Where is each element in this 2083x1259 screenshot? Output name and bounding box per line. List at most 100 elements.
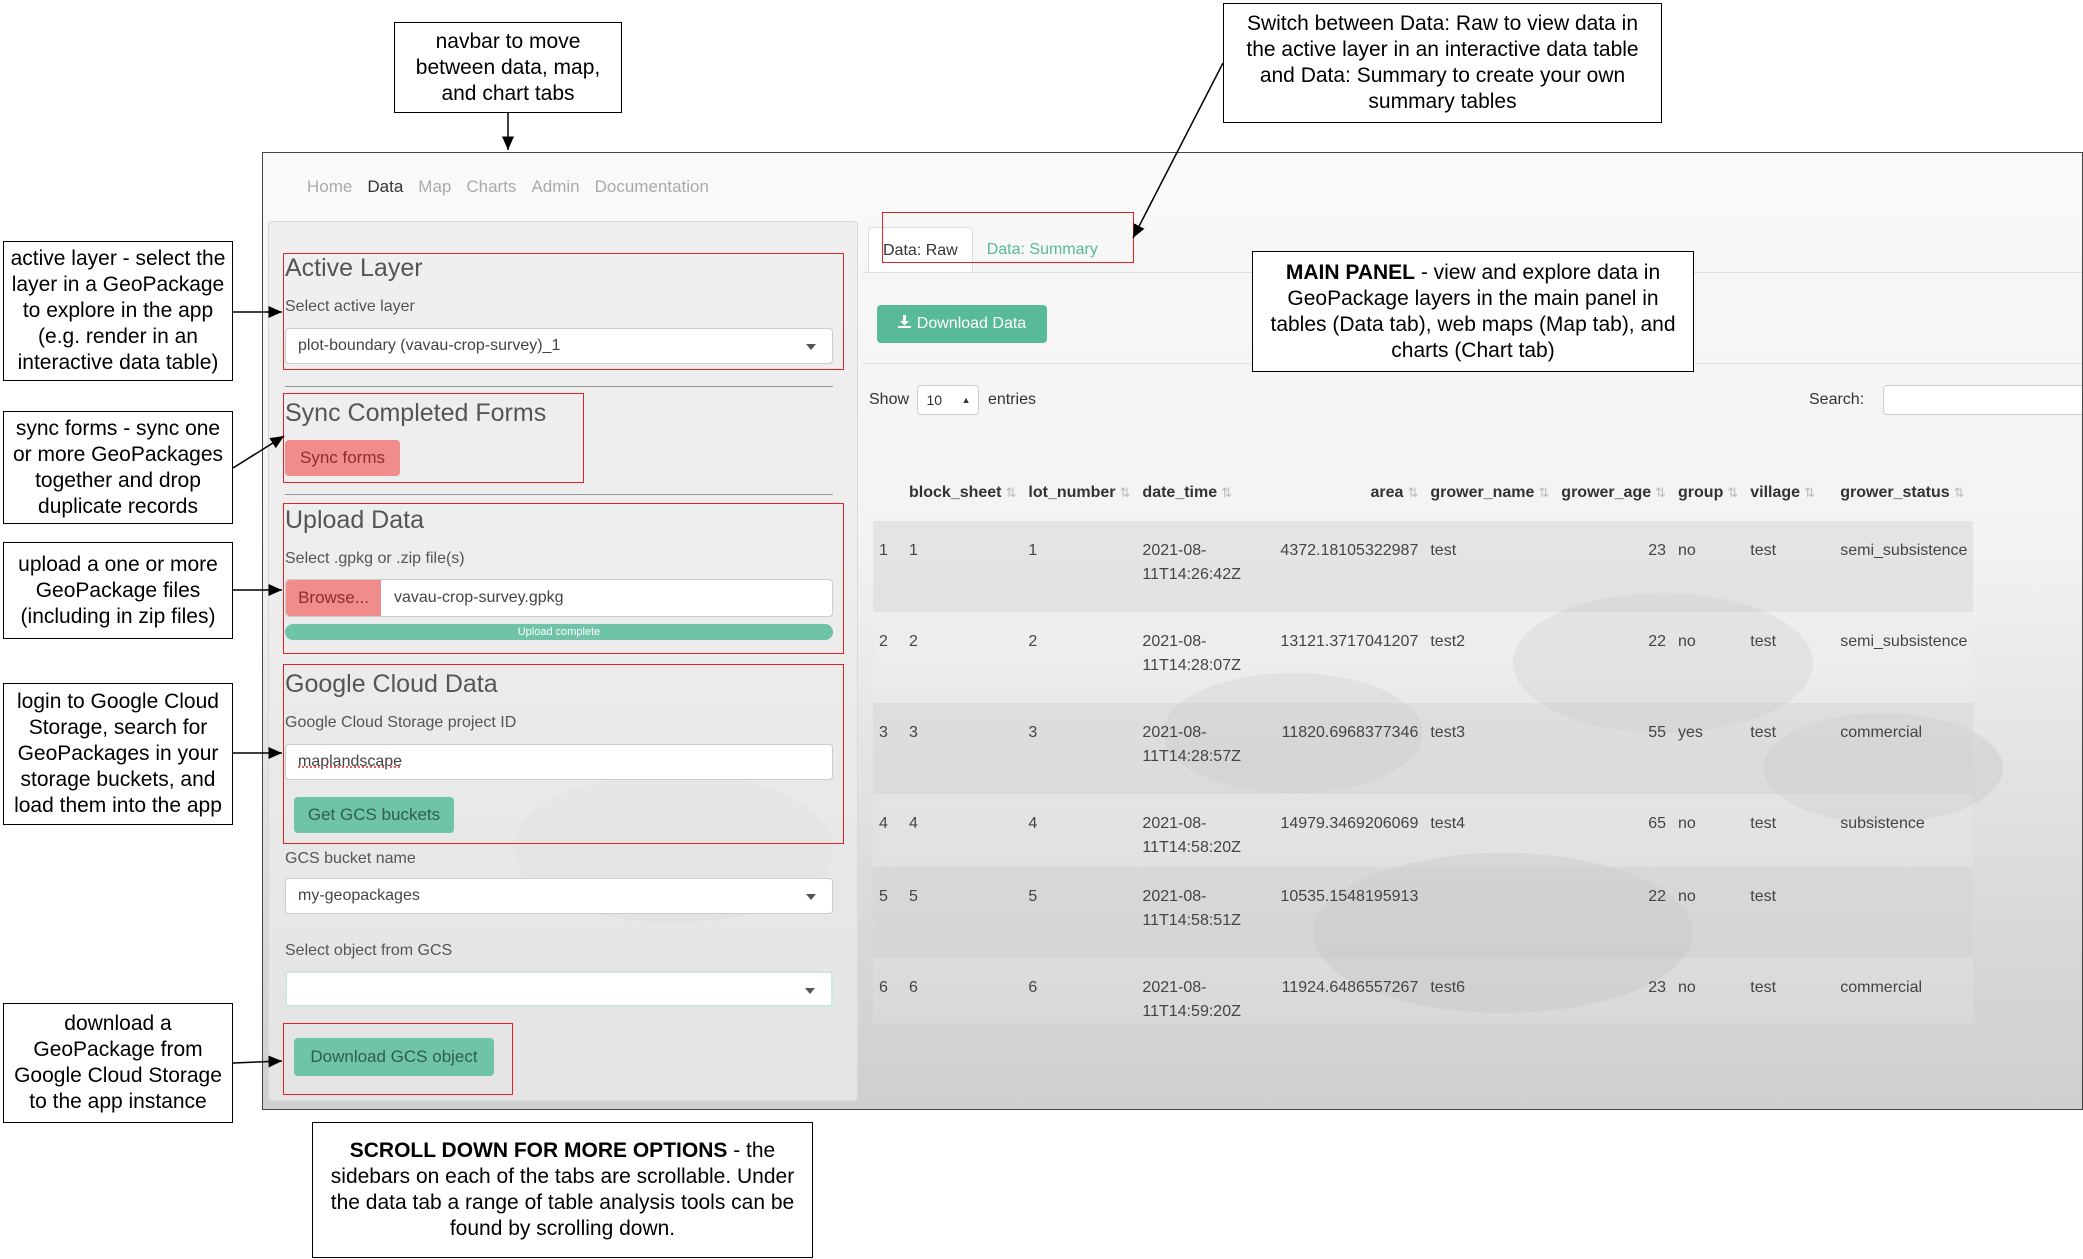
table-cell-area: 10535.1548195913 [1274,867,1425,958]
column-header-area[interactable]: area ⇅ [1274,465,1424,521]
column-header-village[interactable]: village ⇅ [1744,465,1834,521]
table-row[interactable]: 6 6 6 2021-08- 11T14:59:20Z 11924.6486557267… [873,958,1974,1024]
column-header-date-time[interactable]: date_time ⇅ [1136,465,1274,521]
upload-annotation: upload a one or more GeoPackage files (i… [3,542,233,639]
entries-label: entries [987,391,1036,409]
download-data-button[interactable]: Download Data [877,305,1047,343]
sort-icon[interactable]: ⇅ [1727,485,1738,500]
chevron-down-icon [806,894,816,900]
gcs-login-annotation: login to Google Cloud Storage, search fo… [3,683,233,825]
navbar-annotation: navbar to move between data, map, and ch… [394,22,622,113]
nav-charts[interactable]: Charts [466,177,516,197]
column-header-lot-number[interactable]: lot_number ⇅ [1022,465,1136,521]
nav-home[interactable]: Home [307,177,352,197]
download-icon [897,315,911,333]
table-row[interactable]: 5 5 5 2021-08- 11T14:58:51Z 10535.1548195913… [873,867,1974,958]
search-input[interactable] [1883,385,2082,415]
table-cell-date-time: 2021-08- 11T14:28:07Z [1136,612,1275,703]
column-header-label: lot_number [1028,484,1116,501]
column-header-label: grower_age [1561,484,1652,501]
table-cell-village: test [1744,612,1835,703]
table-cell-lot-number: 2 [1022,612,1137,703]
sort-icon[interactable]: ⇅ [1954,485,1965,500]
column-header-label: grower_status [1840,484,1950,501]
sort-icon[interactable]: ⇅ [1655,485,1666,500]
main-panel-annotation-bold: MAIN PANEL [1285,260,1415,284]
nav-map[interactable]: Map [418,177,451,197]
tabs-annotation: Switch between Data: Raw to view data in… [1223,3,1662,123]
scroll-annotation: SCROLL DOWN FOR MORE OPTIONS - the sideb… [312,1122,813,1258]
table-cell-group: no [1672,867,1745,958]
navbar: Home Data Map Charts Admin Documentation [263,153,2082,221]
gcs-object-select[interactable] [285,971,833,1007]
column-header-grower-name[interactable]: grower_name ⇅ [1424,465,1555,521]
table-cell-row-index: 6 [873,958,903,1024]
table-cell-group: yes [1672,703,1745,794]
sort-icon[interactable]: ⇅ [1538,485,1549,500]
nav-data[interactable]: Data [367,177,403,197]
table-cell-block-sheet: 5 [903,867,1023,958]
nav-documentation[interactable]: Documentation [595,177,709,197]
table-row[interactable]: 4 4 4 2021-08- 11T14:58:20Z 14979.3469206069… [873,794,1974,867]
table-row[interactable]: 3 3 3 2021-08- 11T14:28:57Z 11820.6968377346… [873,703,1974,794]
table-header-row: block_sheet ⇅ lot_number ⇅ date_time ⇅ area ⇅ gr… [873,465,1973,521]
table-cell-grower-age: 23 [1555,958,1673,1024]
gcs-bucket-value: my-geopackages [298,887,420,904]
column-header-label: group [1678,484,1724,501]
table-row[interactable]: 1 1 1 2021-08- 11T14:26:42Z 4372.18105322987… [873,521,1974,612]
column-header-row-index [873,465,903,521]
table-cell-grower-age: 23 [1555,521,1673,612]
table-cell-grower-age: 22 [1555,612,1673,703]
table-cell-grower-age: 22 [1555,867,1673,958]
sort-icon[interactable]: ⇅ [1407,485,1418,500]
search-label: Search: [1809,391,1865,408]
table-cell-village: test [1744,867,1835,958]
table-cell-date-time: 2021-08- 11T14:28:57Z [1136,703,1275,794]
table-cell-group: no [1672,958,1745,1024]
entries-value: 10 [926,392,943,408]
column-header-group[interactable]: group ⇅ [1672,465,1744,521]
column-header-block-sheet[interactable]: block_sheet ⇅ [903,465,1022,521]
active-layer-annotation: active layer - select the layer in a Geo… [3,241,233,381]
table-row[interactable]: 2 2 2 2021-08- 11T14:28:07Z 13121.3717041207… [873,612,1974,703]
table-cell-grower-status [1834,867,1974,958]
highlight-gcs [283,664,844,844]
highlight-upload [283,503,844,654]
entries-select[interactable]: 10 ▲ [917,385,980,415]
table-cell-village: test [1744,794,1835,867]
table-cell-lot-number: 5 [1022,867,1137,958]
sort-icon[interactable]: ⇅ [1120,485,1131,500]
table-cell-village: test [1744,521,1835,612]
table-cell-group: no [1672,612,1745,703]
table-cell-block-sheet: 3 [903,703,1023,794]
table-cell-grower-age: 55 [1555,703,1673,794]
sort-icon[interactable]: ⇅ [1005,485,1016,500]
sort-icon[interactable]: ⇅ [1221,485,1232,500]
column-header-grower-status[interactable]: grower_status ⇅ [1834,465,1973,521]
nav-admin[interactable]: Admin [531,177,579,197]
column-header-grower-age[interactable]: grower_age ⇅ [1555,465,1672,521]
table-cell-area: 13121.3717041207 [1274,612,1425,703]
column-header-label: date_time [1142,484,1218,501]
table-cell-date-time: 2021-08- 11T14:59:20Z [1136,958,1275,1024]
highlight-download-gcs [283,1023,513,1095]
table-cell-grower-name: test6 [1424,958,1556,1024]
table-cell-date-time: 2021-08- 11T14:58:20Z [1136,794,1275,867]
table-cell-area: 14979.3469206069 [1274,794,1425,867]
table-cell-group: no [1672,794,1745,867]
table-cell-block-sheet: 2 [903,612,1023,703]
gcs-object-label: Select object from GCS [285,942,453,959]
column-header-label: grower_name [1430,484,1535,501]
column-header-label: village [1750,484,1801,501]
data-table: block_sheet ⇅ lot_number ⇅ date_time ⇅ area ⇅ gr… [873,465,1974,1024]
gcs-bucket-select[interactable]: my-geopackages [285,878,833,914]
table-cell-grower-status: commercial [1834,703,1974,794]
table-cell-grower-name: test3 [1424,703,1556,794]
table-cell-block-sheet: 1 [903,521,1023,612]
table-cell-lot-number: 3 [1022,703,1137,794]
sort-icon[interactable]: ⇅ [1804,485,1815,500]
sync-forms-annotation: sync forms - sync one or more GeoPackage… [3,411,233,524]
table-cell-block-sheet: 4 [903,794,1023,867]
divider [285,386,833,387]
scroll-annotation-bold: SCROLL DOWN FOR MORE OPTIONS [349,1139,728,1162]
